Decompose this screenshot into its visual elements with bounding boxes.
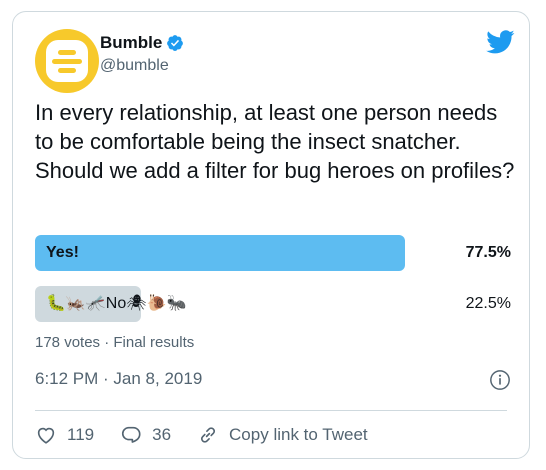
copy-link-button[interactable]: Copy link to Tweet [197,424,368,446]
info-icon[interactable] [489,369,511,391]
poll-summary: 178 votes · Final results [35,334,195,351]
tweet-text: In every relationship, at least one pers… [35,100,515,183]
poll-bar [35,235,405,271]
verified-badge-icon [167,35,184,51]
poll-option-no: 🐛🦗🦟No🕷🐌🐜 22.5% [35,286,511,322]
tweet-card: Bumble @bumble In every relationship, at… [12,11,530,459]
divider [35,410,507,411]
poll-option-yes: Yes! 77.5% [35,235,511,271]
author-name[interactable]: Bumble [100,33,162,53]
avatar[interactable] [35,29,99,93]
like-button[interactable]: 119 [35,424,94,446]
poll-option-percent: 22.5% [465,295,511,312]
copy-link-label: Copy link to Tweet [229,425,368,444]
bumble-logo-icon [46,40,88,82]
like-count: 119 [67,425,95,444]
reply-count: 36 [152,425,172,444]
heart-icon [37,427,55,444]
reply-button[interactable]: 36 [120,424,171,446]
twitter-logo-icon[interactable] [486,30,515,54]
tweet-timestamp[interactable]: 6:12 PM · Jan 8, 2019 [35,369,202,389]
action-bar: 119 36 Copy link to Tweet [35,418,394,452]
author-name-row[interactable]: Bumble [100,33,184,53]
poll-option-percent: 77.5% [465,244,511,261]
author-handle[interactable]: @bumble [100,57,169,75]
poll-option-label: Yes! [46,244,79,261]
reply-icon [122,426,141,443]
poll-option-label: 🐛🦗🦟No🕷🐌🐜 [46,295,187,312]
link-icon [201,427,216,443]
